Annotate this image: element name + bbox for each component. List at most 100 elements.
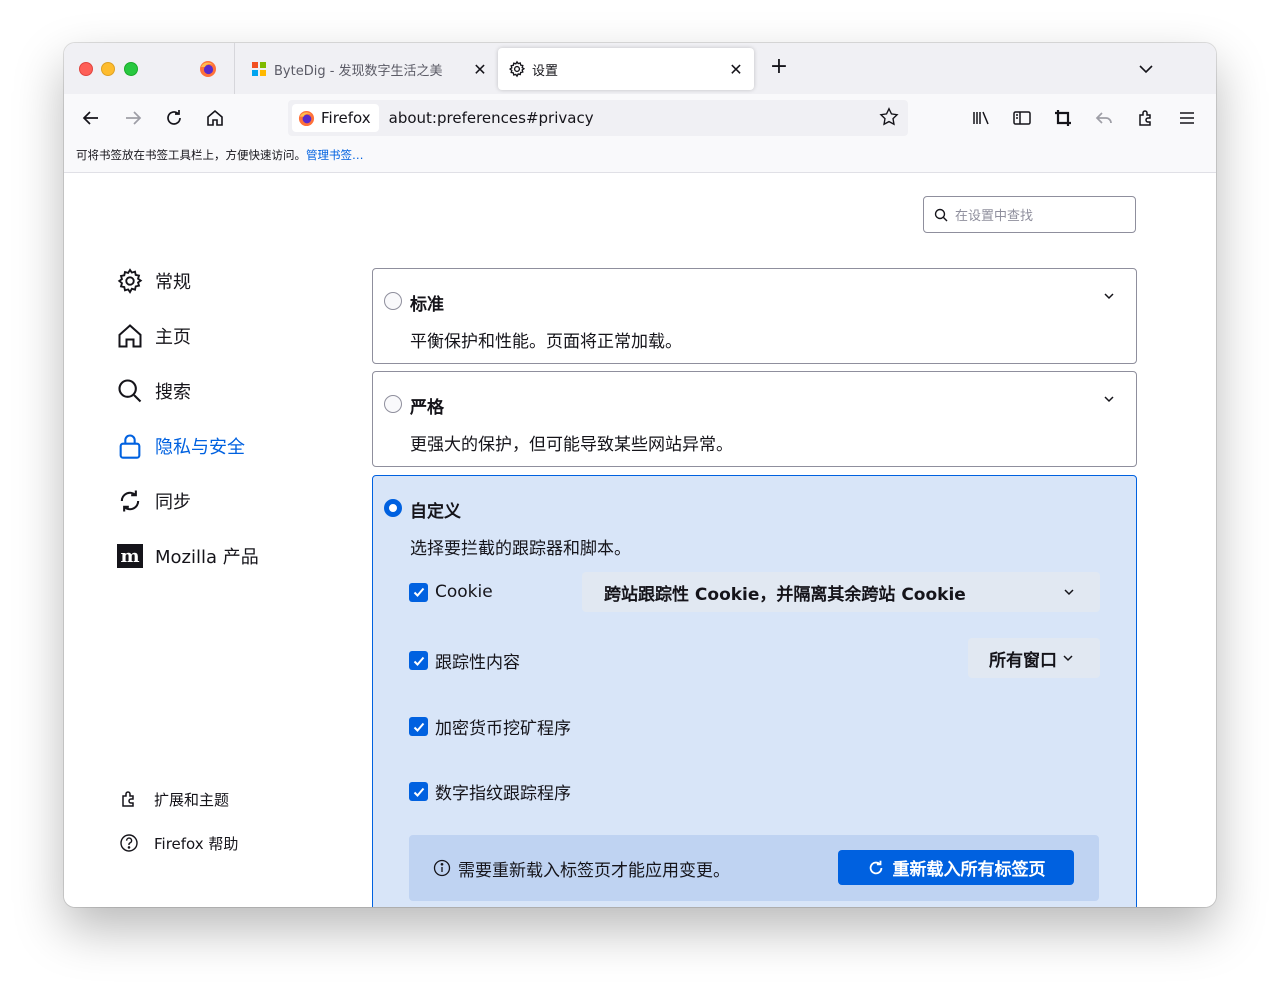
tab-title: ByteDig - 发现数字生活之美 xyxy=(274,63,443,79)
gear-icon xyxy=(508,60,526,78)
checkbox-checked[interactable] xyxy=(409,782,428,801)
zoom-window-button[interactable] xyxy=(124,62,138,76)
standard-radio[interactable] xyxy=(384,292,402,310)
sidebar-item-mozilla-products[interactable]: m Mozilla 产品 xyxy=(115,541,259,571)
chevron-down-icon[interactable] xyxy=(1102,392,1116,406)
sidebar-item-sync[interactable]: 同步 xyxy=(115,486,191,516)
cookie-select[interactable]: 跨站跟踪性 Cookie，并隔离其余跨站 Cookie xyxy=(582,572,1100,612)
sidebar-item-home[interactable]: 主页 xyxy=(115,321,191,351)
sidebar-item-label: 同步 xyxy=(155,492,191,513)
cookie-option[interactable]: Cookie xyxy=(409,582,493,602)
option-label: Cookie xyxy=(435,582,493,602)
sidebar-toggle-icon[interactable] xyxy=(1010,106,1034,130)
protection-standard-card[interactable]: 标准 平衡保护和性能。页面将正常加载。 xyxy=(372,268,1137,364)
sidebar-item-extensions-themes[interactable]: 扩展和主题 xyxy=(118,788,229,810)
strict-radio[interactable] xyxy=(384,395,402,413)
bytedig-logo-icon xyxy=(250,60,268,78)
sidebar-item-firefox-help[interactable]: Firefox 帮助 xyxy=(118,832,238,854)
option-label: 跟踪性内容 xyxy=(435,653,520,673)
new-tab-button[interactable]: + xyxy=(767,56,791,80)
close-window-button[interactable] xyxy=(79,62,93,76)
standard-title: 标准 xyxy=(410,295,444,315)
footer-label: Firefox 帮助 xyxy=(154,834,239,853)
mozilla-logo-icon: m xyxy=(115,541,145,571)
select-value: 跨站跟踪性 Cookie，并隔离其余跨站 Cookie xyxy=(604,584,966,605)
navigation-toolbar: Firefox about:preferences#privacy xyxy=(64,94,1216,142)
reload-icon xyxy=(867,859,885,877)
screenshot-crop-icon[interactable] xyxy=(1051,106,1075,130)
footer-label: 扩展和主题 xyxy=(154,790,230,809)
firefox-logo-icon xyxy=(298,110,315,127)
chevron-down-icon xyxy=(1062,585,1076,599)
lock-icon xyxy=(115,431,145,461)
checkbox-checked[interactable] xyxy=(409,582,428,602)
puzzle-icon xyxy=(118,788,140,810)
sidebar-item-general[interactable]: 常规 xyxy=(115,266,191,296)
tab-title: 设置 xyxy=(532,63,559,79)
sidebar-item-label: 隐私与安全 xyxy=(155,437,245,458)
fingerprinters-option[interactable]: 数字指纹跟踪程序 xyxy=(409,779,571,804)
reload-all-tabs-button[interactable]: 重新载入所有标签页 xyxy=(838,850,1074,885)
bookmarks-message: 可将书签放在书签工具栏上，方便快速访问。 xyxy=(76,148,306,162)
back-button[interactable] xyxy=(79,106,103,130)
notice-text: 需要重新载入标签页才能应用变更。 xyxy=(458,860,730,881)
option-label: 数字指纹跟踪程序 xyxy=(435,784,571,804)
protection-strict-card[interactable]: 严格 更强大的保护，但可能导致某些网站异常。 xyxy=(372,371,1137,467)
home-icon xyxy=(115,321,145,351)
sidebar-item-label: 主页 xyxy=(155,327,191,348)
option-label: 加密货币挖矿程序 xyxy=(435,719,571,739)
sidebar-item-search[interactable]: 搜索 xyxy=(115,376,191,406)
sidebar-item-label: 常规 xyxy=(155,272,191,293)
protection-custom-card[interactable]: 自定义 选择要拦截的跟踪器和脚本。 Cookie 跨站跟踪性 Cookie，并隔… xyxy=(372,475,1137,907)
sidebar-item-privacy[interactable]: 隐私与安全 xyxy=(115,431,245,461)
search-icon xyxy=(934,208,948,222)
info-icon xyxy=(433,859,451,877)
firefox-view-icon[interactable] xyxy=(199,60,217,78)
strict-description: 更强大的保护，但可能导致某些网站异常。 xyxy=(410,435,733,455)
url-text[interactable]: about:preferences#privacy xyxy=(389,109,594,127)
minimize-window-button[interactable] xyxy=(101,62,115,76)
sidebar-item-label: 搜索 xyxy=(155,382,191,403)
reload-button-label: 重新载入所有标签页 xyxy=(892,860,1046,880)
tab-separator xyxy=(234,43,235,94)
tracking-content-option[interactable]: 跟踪性内容 xyxy=(409,648,520,673)
identity-label: Firefox xyxy=(321,109,371,127)
custom-radio[interactable] xyxy=(384,499,402,517)
forward-button[interactable] xyxy=(121,106,145,130)
gear-icon xyxy=(115,266,145,296)
select-value: 所有窗口 xyxy=(989,650,1057,671)
custom-description: 选择要拦截的跟踪器和脚本。 xyxy=(410,539,631,559)
reload-button[interactable] xyxy=(162,106,186,130)
identity-box[interactable]: Firefox xyxy=(292,104,379,132)
library-icon[interactable] xyxy=(969,106,993,130)
checkbox-checked[interactable] xyxy=(409,651,428,670)
reload-notice: 需要重新载入标签页才能应用变更。 重新载入所有标签页 xyxy=(409,835,1099,901)
tab-bytedig[interactable]: ByteDig - 发现数字生活之美 ✕ xyxy=(240,48,498,90)
svg-text:m: m xyxy=(120,546,139,567)
bookmarks-toolbar: 可将书签放在书签工具栏上，方便快速访问。管理书签… xyxy=(64,142,1216,173)
chevron-down-icon[interactable] xyxy=(1102,289,1116,303)
search-input[interactable]: 在设置中查找 xyxy=(923,196,1136,233)
sync-icon xyxy=(115,486,145,516)
manage-bookmarks-link[interactable]: 管理书签… xyxy=(306,148,364,162)
checkbox-checked[interactable] xyxy=(409,717,428,736)
star-icon[interactable] xyxy=(878,106,902,130)
tab-bar: ByteDig - 发现数字生活之美 ✕ 设置 ✕ + xyxy=(64,43,1216,94)
tab-settings[interactable]: 设置 ✕ xyxy=(498,48,754,90)
chevron-down-icon xyxy=(1061,651,1075,665)
strict-title: 严格 xyxy=(410,398,444,418)
extensions-puzzle-icon[interactable] xyxy=(1134,106,1158,130)
browser-window: ByteDig - 发现数字生活之美 ✕ 设置 ✕ + Firefox abou… xyxy=(64,43,1216,907)
close-icon[interactable]: ✕ xyxy=(724,57,748,81)
undo-icon[interactable] xyxy=(1092,106,1116,130)
menu-hamburger-icon[interactable] xyxy=(1175,106,1199,130)
custom-title: 自定义 xyxy=(410,502,461,522)
tracking-content-select[interactable]: 所有窗口 xyxy=(968,638,1100,678)
cryptominers-option[interactable]: 加密货币挖矿程序 xyxy=(409,714,571,739)
chevron-down-icon[interactable] xyxy=(1134,57,1158,81)
address-bar[interactable]: Firefox about:preferences#privacy xyxy=(288,100,908,136)
search-icon xyxy=(115,376,145,406)
home-button[interactable] xyxy=(203,106,227,130)
close-icon[interactable]: ✕ xyxy=(468,57,492,81)
help-icon xyxy=(118,832,140,854)
